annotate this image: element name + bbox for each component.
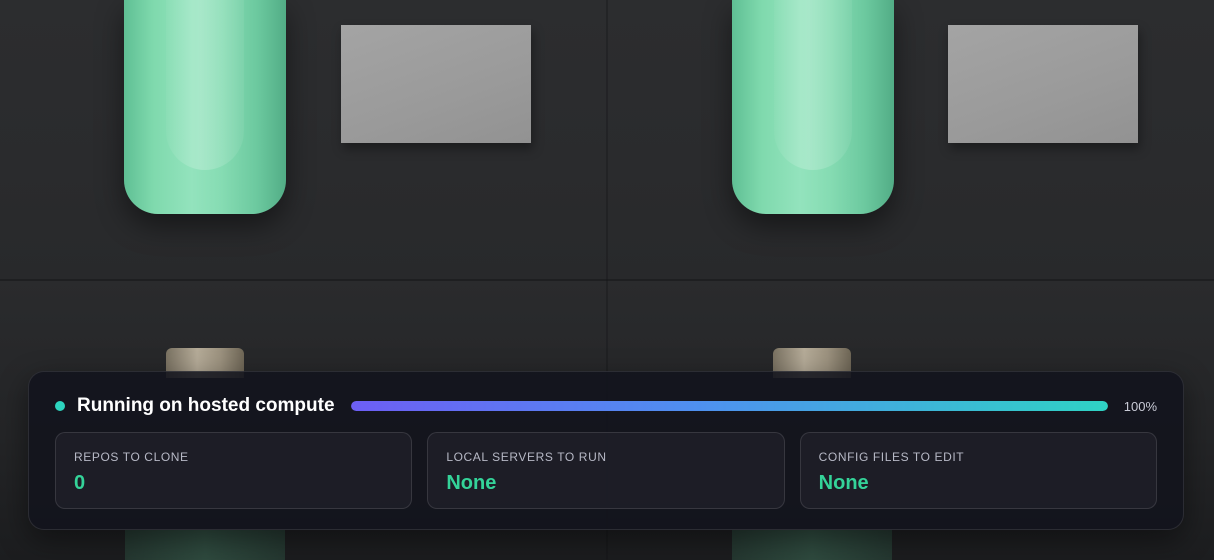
- stat-value: None: [818, 472, 869, 494]
- stat-label: CONFIG FILES TO EDIT: [818, 450, 965, 464]
- background-photo-grid: Running on hosted compute 100% REPOS TO …: [0, 0, 1214, 560]
- photo-tile-top-left: [0, 0, 607, 280]
- progress-bar: [350, 401, 1108, 411]
- blank-card-image: [948, 25, 1138, 143]
- blank-card-image: [341, 25, 531, 143]
- green-bottle-image: [732, 0, 894, 214]
- status-label: Running on hosted compute: [77, 395, 335, 416]
- stat-card-config-files: CONFIG FILES TO EDIT None: [799, 432, 1157, 509]
- stat-card-repos: REPOS TO CLONE 0: [55, 432, 413, 509]
- stats-row: REPOS TO CLONE 0 LOCAL SERVERS TO RUN No…: [55, 432, 1157, 509]
- stat-value: None: [446, 472, 497, 494]
- green-bottle-image: [124, 0, 286, 214]
- progress-percent: 100%: [1123, 398, 1157, 414]
- progress-fill: [350, 401, 1108, 411]
- stat-value: 0: [74, 472, 86, 494]
- stat-card-local-servers: LOCAL SERVERS TO RUN None: [427, 432, 785, 509]
- stat-label: LOCAL SERVERS TO RUN: [446, 450, 607, 464]
- status-row: Running on hosted compute 100%: [55, 394, 1157, 418]
- photo-tile-top-right: [607, 0, 1214, 280]
- compute-status-panel: Running on hosted compute 100% REPOS TO …: [28, 371, 1184, 530]
- status-dot-icon: [55, 401, 65, 411]
- stat-label: REPOS TO CLONE: [74, 450, 189, 464]
